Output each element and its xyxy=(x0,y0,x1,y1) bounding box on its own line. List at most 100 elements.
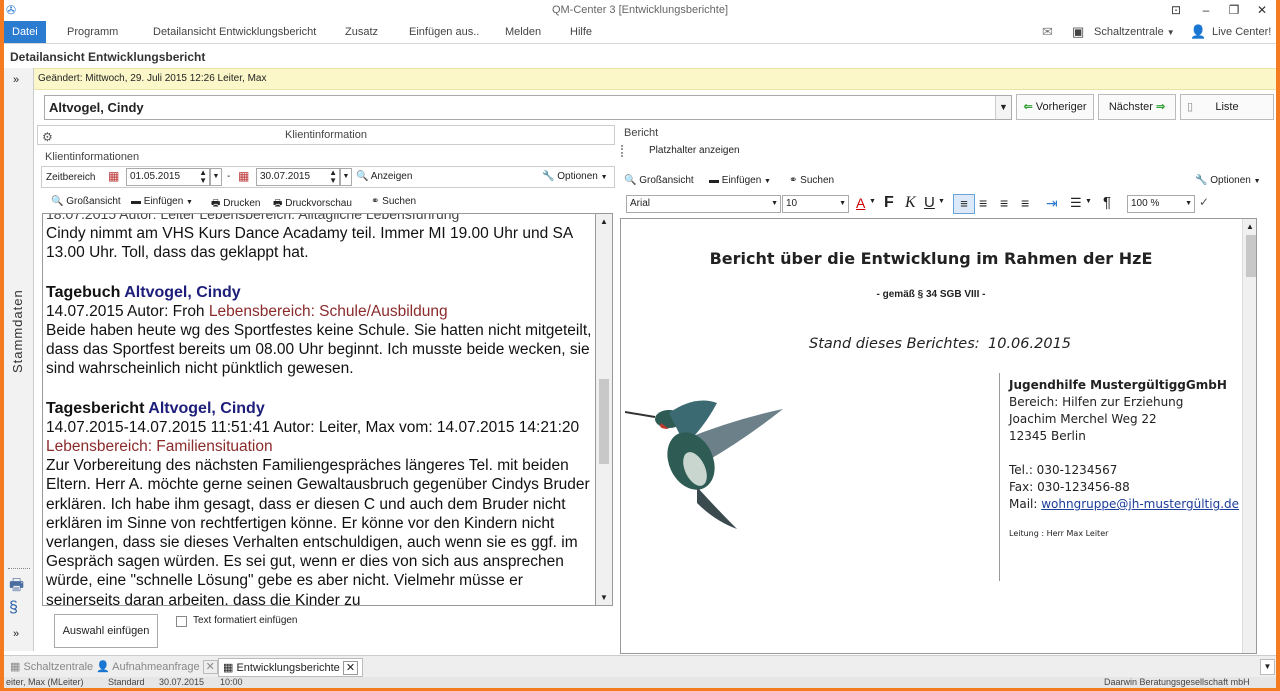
tab-schaltzentrale[interactable]: ▦ Schaltzentrale xyxy=(6,658,97,677)
underline-button[interactable]: U xyxy=(924,194,935,211)
menu-detailansicht[interactable]: Detailansicht Entwicklungsbericht xyxy=(153,21,316,43)
date-to-dropdown[interactable]: ▼ xyxy=(340,168,352,186)
pilcrow-icon[interactable]: ¶ xyxy=(1103,194,1111,211)
spellcheck-icon[interactable]: ✓ xyxy=(1199,195,1209,209)
scroll-up-icon[interactable]: ▲ xyxy=(1246,222,1254,231)
schaltzentrale-dropdown[interactable]: Schaltzentrale ▼ xyxy=(1094,21,1175,43)
binoculars-icon: ⚭ xyxy=(371,196,380,207)
client-info-title: Klientinformation xyxy=(285,129,367,141)
left-scrollbar[interactable]: ▲ ▼ xyxy=(595,213,613,606)
einfuegen-button[interactable]: ▬ Einfügen ▼ xyxy=(131,196,193,207)
scroll-up-icon[interactable]: ▲ xyxy=(600,217,608,226)
align-center-icon[interactable]: ≡ xyxy=(979,195,987,211)
auswahl-einfuegen-button[interactable]: Auswahl einfügen xyxy=(54,614,158,648)
drag-handle[interactable] xyxy=(621,145,624,157)
report-einfuegen-button[interactable]: ▬ Einfügen ▼ xyxy=(709,175,771,186)
previous-button[interactable]: ⇐ Vorheriger xyxy=(1016,94,1094,120)
anzeigen-button[interactable]: 🔍 Anzeigen xyxy=(356,171,412,182)
zoom-select[interactable]: 100 % ▼ xyxy=(1127,195,1195,213)
chevron-down-icon[interactable]: ▼ xyxy=(869,198,876,205)
doc-scrollbar[interactable]: ▲ xyxy=(1242,219,1256,653)
spinner-icon[interactable]: ▲ ▼ xyxy=(329,169,337,185)
print-preview-icon: 🖶 xyxy=(273,198,283,209)
script-icon[interactable]: § xyxy=(9,599,18,617)
align-justify-icon[interactable]: ≡ xyxy=(1021,195,1029,211)
tab-aufnahmeanfrage[interactable]: 👤 Aufnahmeanfrage ✕ xyxy=(92,658,222,677)
italic-button[interactable]: K xyxy=(905,194,916,212)
print-icon[interactable]: 🖶 xyxy=(9,574,24,601)
menu-programm[interactable]: Programm xyxy=(67,21,118,43)
user-icon[interactable]: 👤 xyxy=(1190,21,1206,43)
next-button[interactable]: Nächster ⇒ xyxy=(1098,94,1176,120)
close-button[interactable]: ✕ xyxy=(1250,1,1274,19)
tab-entwicklungsberichte[interactable]: ▦ Entwicklungsberichte ✕ xyxy=(218,658,364,677)
optionen-button[interactable]: 🔧 Optionen ▼ xyxy=(542,171,608,182)
entry-1-name: Altvogel, Cindy xyxy=(124,283,241,301)
menu-zusatz[interactable]: Zusatz xyxy=(345,21,378,43)
align-right-icon[interactable]: ≡ xyxy=(1000,195,1008,211)
indent-icon[interactable]: ⇥ xyxy=(1046,195,1058,212)
expand-icon[interactable]: » xyxy=(13,74,19,86)
client-info-text[interactable]: 18.07.2015 Autor: Leiter Lebensbereich: … xyxy=(42,213,595,606)
align-left-icon[interactable]: ≡ xyxy=(953,194,975,214)
chevron-down-icon[interactable]: ▼ xyxy=(995,96,1011,119)
live-center-link[interactable]: Live Center! xyxy=(1212,21,1271,43)
menu-hilfe[interactable]: Hilfe xyxy=(570,21,592,43)
arrow-right-icon: ⇒ xyxy=(1155,101,1166,113)
platzhalter-toggle[interactable]: Platzhalter anzeigen xyxy=(649,145,740,156)
gear-icon[interactable]: ⚙ xyxy=(42,128,53,146)
date-from-dropdown[interactable]: ▼ xyxy=(210,168,222,186)
arrow-left-icon: ⇐ xyxy=(1023,101,1033,113)
scroll-thumb[interactable] xyxy=(1246,235,1256,277)
entry-2-type: Tagesbericht xyxy=(46,399,145,417)
mail-icon[interactable]: ✉ xyxy=(1042,21,1053,43)
drucken-button[interactable]: 🖶 Drucken xyxy=(211,196,260,213)
client-select[interactable]: Altvogel, Cindy ▼ xyxy=(44,95,1012,120)
document-tab-bar: ▦ Schaltzentrale 👤 Aufnahmeanfrage ✕ ▦ E… xyxy=(4,655,1276,677)
chevron-down-icon[interactable]: ▼ xyxy=(1085,198,1092,205)
entry-1-head: Tagebuch Altvogel, Cindy xyxy=(46,283,594,302)
more-icon[interactable]: » xyxy=(13,628,19,640)
org-bereich: Bereich: Hilfen zur Erziehung xyxy=(1009,395,1184,409)
chevron-down-icon[interactable]: ▼ xyxy=(938,198,945,205)
report-optionen-button[interactable]: 🔧 Optionen ▼ xyxy=(1195,175,1261,186)
tab-list-dropdown[interactable]: ▼ xyxy=(1260,659,1275,675)
font-size-value: 10 xyxy=(786,198,798,209)
spinner-icon[interactable]: ▲ ▼ xyxy=(199,169,207,185)
font-color-icon[interactable]: A xyxy=(856,195,865,211)
suchen-button[interactable]: ⚭ Suchen xyxy=(371,196,416,207)
stammdaten-label[interactable]: Stammdaten xyxy=(10,289,25,373)
date-from-field[interactable]: 01.05.2015 ▲ ▼ xyxy=(126,168,210,186)
entry-2-head: Tagesbericht Altvogel, Cindy xyxy=(46,399,594,418)
grossansicht-button[interactable]: 🔍 Großansicht xyxy=(51,196,121,207)
minimize-button[interactable]: – xyxy=(1194,1,1218,19)
menu-einfuegen-aus[interactable]: Einfügen aus.. xyxy=(409,21,479,43)
menu-datei[interactable]: Datei xyxy=(4,21,46,43)
font-select[interactable]: Arial ▼ xyxy=(626,195,781,213)
calendar-icon[interactable]: ▦ xyxy=(238,169,249,183)
report-grossansicht-button[interactable]: 🔍 Großansicht xyxy=(624,175,694,186)
menu-melden[interactable]: Melden xyxy=(505,21,541,43)
restore-small-icon[interactable]: ⊡ xyxy=(1164,1,1188,19)
close-icon[interactable]: ✕ xyxy=(202,660,218,674)
bold-button[interactable]: F xyxy=(884,194,894,212)
chevron-down-icon: ▼ xyxy=(1253,178,1261,185)
scroll-down-icon[interactable]: ▼ xyxy=(600,593,608,602)
report-suchen-button[interactable]: ⚭ Suchen xyxy=(789,175,834,186)
org-tel: Tel.: 030-1234567 xyxy=(1009,463,1118,477)
close-icon[interactable]: ✕ xyxy=(342,661,359,675)
strip-divider xyxy=(8,568,30,569)
date-to-field[interactable]: 30.07.2015 ▲ ▼ xyxy=(256,168,340,186)
font-size-select[interactable]: 10 ▼ xyxy=(782,195,849,213)
list-icon[interactable]: ☰ xyxy=(1070,195,1082,211)
list-button[interactable]: ▯ Liste xyxy=(1180,94,1274,120)
report-document[interactable]: Bericht über die Entwicklung im Rahmen d… xyxy=(620,218,1257,654)
text-formatiert-checkbox[interactable] xyxy=(176,616,187,627)
org-name: Jugendhilfe MustergültiggGmbH xyxy=(1009,378,1227,392)
scroll-thumb[interactable] xyxy=(599,379,609,464)
mail-link[interactable]: wohngruppe@jh-mustergültig.de xyxy=(1041,497,1239,511)
maximize-button[interactable]: ❐ xyxy=(1222,1,1246,19)
druckvorschau-button[interactable]: 🖶 Druckvorschau xyxy=(273,196,352,213)
calendar-icon[interactable]: ▦ xyxy=(108,169,119,183)
schaltzentrale-icon[interactable]: ▣ xyxy=(1072,21,1084,43)
